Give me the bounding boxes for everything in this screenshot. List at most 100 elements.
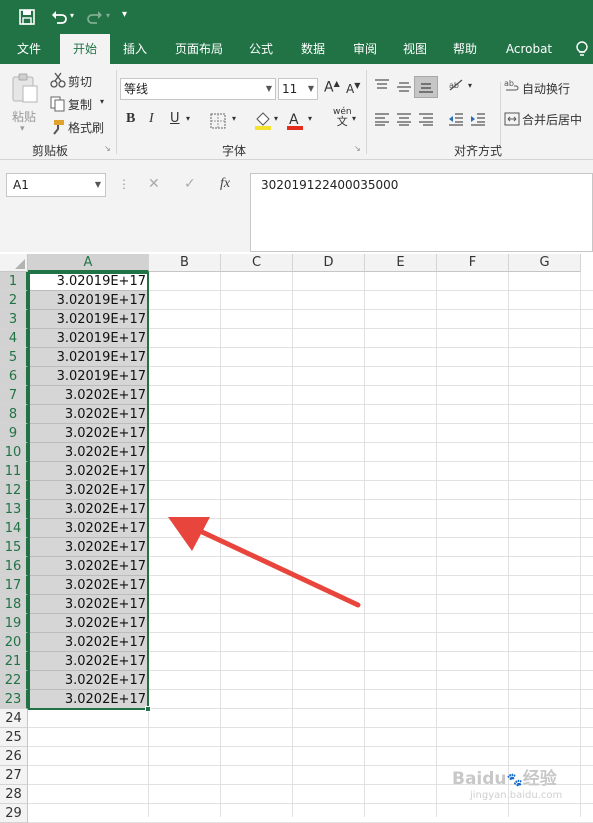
decrease-font-size-icon[interactable]: A▼	[346, 81, 360, 96]
cell-a5[interactable]: 3.02019E+17	[28, 348, 149, 367]
tab-insert[interactable]: 插入	[114, 34, 156, 64]
cell-a6[interactable]: 3.02019E+17	[28, 367, 149, 386]
undo-icon[interactable]	[50, 8, 68, 26]
formula-input[interactable]: 302019122400035000	[250, 173, 593, 252]
borders-dropdown-icon[interactable]: ▾	[232, 114, 236, 123]
row-header-4[interactable]: 4	[0, 329, 28, 348]
copy-button[interactable]: 复制	[68, 96, 92, 113]
align-center-icon[interactable]	[396, 112, 412, 126]
enter-icon[interactable]: ✓	[184, 176, 196, 192]
clipboard-launcher-icon[interactable]: ↘	[104, 144, 111, 153]
cancel-icon[interactable]: ✕	[148, 176, 160, 192]
cell-a23[interactable]: 3.0202E+17	[28, 690, 149, 709]
row-header-9[interactable]: 9	[0, 424, 28, 443]
cell-a8[interactable]: 3.0202E+17	[28, 405, 149, 424]
column-header-g[interactable]: G	[509, 254, 581, 272]
tab-formulas[interactable]: 公式	[240, 34, 282, 64]
cell-a14[interactable]: 3.0202E+17	[28, 519, 149, 538]
insert-function-button[interactable]: fx	[220, 176, 230, 192]
align-left-icon[interactable]	[374, 112, 390, 126]
align-right-icon[interactable]	[418, 112, 434, 126]
cell-a18[interactable]: 3.0202E+17	[28, 595, 149, 614]
row-header-27[interactable]: 27	[0, 766, 28, 785]
cell-a22[interactable]: 3.0202E+17	[28, 671, 149, 690]
cell-a9[interactable]: 3.0202E+17	[28, 424, 149, 443]
cell-a21[interactable]: 3.0202E+17	[28, 652, 149, 671]
cell-a7[interactable]: 3.0202E+17	[28, 386, 149, 405]
orientation-icon[interactable]: ab	[448, 78, 466, 94]
row-header-12[interactable]: 12	[0, 481, 28, 500]
increase-font-size-icon[interactable]: A▲	[324, 79, 340, 96]
paste-icon[interactable]	[10, 72, 40, 104]
cell-a2[interactable]: 3.02019E+17	[28, 291, 149, 310]
italic-button[interactable]: I	[149, 111, 154, 127]
row-header-7[interactable]: 7	[0, 386, 28, 405]
underline-button[interactable]: U	[170, 111, 180, 126]
row-header-24[interactable]: 24	[0, 709, 28, 728]
column-header-d[interactable]: D	[293, 254, 365, 272]
cell-a17[interactable]: 3.0202E+17	[28, 576, 149, 595]
tab-file[interactable]: 文件	[6, 34, 52, 64]
row-header-17[interactable]: 17	[0, 576, 28, 595]
row-header-14[interactable]: 14	[0, 519, 28, 538]
cell-a1[interactable]: 3.02019E+17	[28, 272, 149, 291]
column-header-b[interactable]: B	[149, 254, 221, 272]
row-header-10[interactable]: 10	[0, 443, 28, 462]
align-bottom-button[interactable]	[414, 76, 438, 98]
row-header-2[interactable]: 2	[0, 291, 28, 310]
cut-button[interactable]: 剪切	[68, 73, 92, 90]
row-header-21[interactable]: 21	[0, 652, 28, 671]
phonetic-dropdown-icon[interactable]: ▾	[352, 114, 356, 123]
orientation-dropdown-icon[interactable]: ▾	[468, 81, 472, 90]
save-icon[interactable]	[18, 8, 36, 26]
cell-a13[interactable]: 3.0202E+17	[28, 500, 149, 519]
tab-review[interactable]: 审阅	[344, 34, 386, 64]
column-header-e[interactable]: E	[365, 254, 437, 272]
row-header-29[interactable]: 29	[0, 804, 28, 823]
column-header-a[interactable]: A	[28, 254, 149, 272]
fill-color-dropdown-icon[interactable]: ▾	[274, 114, 278, 123]
lightbulb-icon[interactable]	[574, 40, 590, 58]
tab-page-layout[interactable]: 页面布局	[166, 34, 232, 64]
font-size-combo[interactable]: 11 ▼	[278, 78, 318, 100]
merge-center-button[interactable]: 合并后居中	[522, 111, 582, 128]
row-header-25[interactable]: 25	[0, 728, 28, 747]
phonetic-guide-icon[interactable]: wén 文	[333, 108, 352, 128]
align-top-icon[interactable]	[374, 78, 390, 92]
tab-home[interactable]: 开始	[60, 34, 110, 64]
underline-dropdown-icon[interactable]: ▾	[186, 114, 190, 123]
chevron-down-icon[interactable]: ▼	[95, 174, 101, 196]
row-header-3[interactable]: 3	[0, 310, 28, 329]
font-name-combo[interactable]: 等线 ▼	[120, 78, 276, 100]
cell-a12[interactable]: 3.0202E+17	[28, 481, 149, 500]
paste-dropdown-icon[interactable]: ▾	[20, 124, 25, 134]
paste-button[interactable]: 粘贴	[12, 108, 36, 125]
font-color-dropdown-icon[interactable]: ▾	[308, 114, 312, 123]
cell-a19[interactable]: 3.0202E+17	[28, 614, 149, 633]
fill-color-icon[interactable]	[254, 110, 272, 130]
font-launcher-icon[interactable]: ↘	[354, 144, 361, 153]
row-header-5[interactable]: 5	[0, 348, 28, 367]
redo-icon[interactable]	[86, 8, 104, 26]
format-painter-button[interactable]: 格式刷	[68, 119, 104, 136]
font-color-icon[interactable]: A	[286, 110, 304, 130]
row-header-11[interactable]: 11	[0, 462, 28, 481]
cell-a10[interactable]: 3.0202E+17	[28, 443, 149, 462]
column-header-c[interactable]: C	[221, 254, 293, 272]
row-header-16[interactable]: 16	[0, 557, 28, 576]
align-middle-icon[interactable]	[396, 80, 412, 94]
worksheet-grid[interactable]: ABCDEFG 1 2 3 4 5 6 7 8 9 10 11 12 13 14 15 16 17 18 19 20 2…	[0, 254, 593, 823]
row-header-22[interactable]: 22	[0, 671, 28, 690]
row-header-8[interactable]: 8	[0, 405, 28, 424]
row-header-18[interactable]: 18	[0, 595, 28, 614]
select-all-button[interactable]	[0, 254, 28, 272]
tab-help[interactable]: 帮助	[444, 34, 486, 64]
cell-a20[interactable]: 3.0202E+17	[28, 633, 149, 652]
tab-acrobat[interactable]: Acrobat	[498, 34, 560, 64]
row-header-1[interactable]: 1	[0, 272, 28, 291]
more-options-icon[interactable]: ⋮	[118, 177, 130, 191]
wrap-text-button[interactable]: 自动换行	[522, 80, 570, 97]
copy-dropdown-icon[interactable]: ▾	[100, 97, 104, 106]
row-header-19[interactable]: 19	[0, 614, 28, 633]
row-header-26[interactable]: 26	[0, 747, 28, 766]
